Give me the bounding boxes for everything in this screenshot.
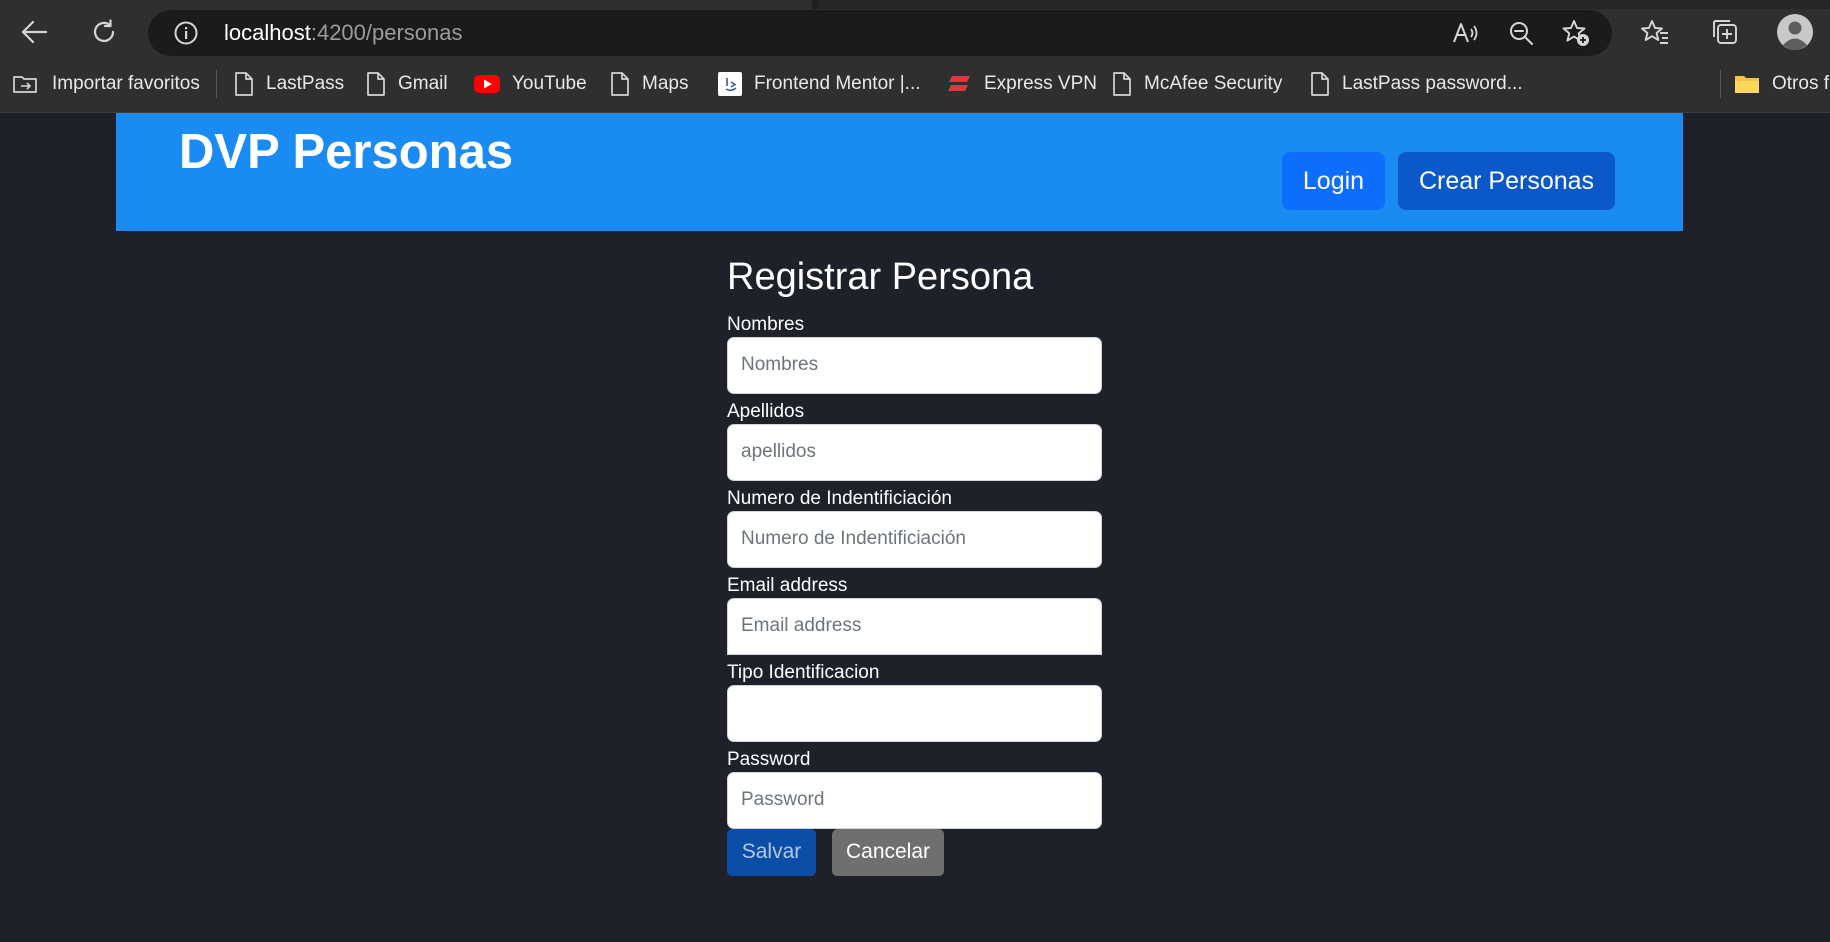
- url-path: :4200/personas: [310, 20, 463, 45]
- url-host: localhost: [224, 20, 311, 45]
- apellidos-label: Apellidos: [727, 400, 805, 422]
- form-actions: Salvar Cancelar: [727, 828, 1102, 876]
- bookmark-label: McAfee Security: [1144, 73, 1283, 94]
- nombres-label: Nombres: [727, 313, 805, 335]
- bookmark-gmail[interactable]: Gmail: [366, 64, 448, 104]
- tab-active[interactable]: [0, 0, 812, 9]
- nombres-input[interactable]: [727, 336, 1102, 394]
- page-icon: [366, 71, 386, 97]
- bookmark-label: Express VPN: [984, 73, 1097, 94]
- frontend-mentor-icon: [718, 72, 742, 96]
- youtube-icon: [474, 74, 500, 94]
- password-input[interactable]: [727, 771, 1102, 829]
- browser-chrome: localhost:4200/personas Importar favorit…: [0, 0, 1830, 113]
- bookmark-youtube[interactable]: YouTube: [474, 64, 587, 104]
- bookmark-lastpass-password[interactable]: LastPass password...: [1310, 64, 1523, 104]
- bookmark-frontend-mentor[interactable]: Frontend Mentor |...: [718, 64, 921, 104]
- apellidos-input[interactable]: [727, 423, 1102, 481]
- refresh-icon[interactable]: [84, 14, 124, 50]
- numero-identificacion-label: Numero de Indentificiación: [727, 487, 952, 509]
- favorites-icon[interactable]: [1638, 16, 1672, 48]
- password-label: Password: [727, 748, 811, 770]
- expressvpn-icon: [946, 73, 972, 95]
- bookmark-label: Otros f: [1772, 73, 1830, 94]
- navbar: DVP Personas Login Crear Personas: [116, 113, 1683, 231]
- page-icon: [610, 71, 630, 97]
- collections-icon[interactable]: [1708, 16, 1742, 48]
- navbar-brand[interactable]: DVP Personas: [179, 123, 513, 182]
- form-title: Registrar Persona: [727, 256, 1034, 298]
- bookmark-divider: [216, 70, 217, 98]
- folder-icon: [1734, 73, 1760, 95]
- bookmark-mcafee-security[interactable]: McAfee Security: [1112, 64, 1282, 104]
- numero-identificacion-input[interactable]: [727, 510, 1102, 568]
- bookmark-express-vpn[interactable]: Express VPN: [946, 64, 1097, 104]
- registrar-persona-form: Registrar Persona Nombres Apellidos Nume…: [727, 255, 1102, 876]
- import-favorites-icon: [12, 72, 40, 96]
- bookmark-label: Importar favoritos: [52, 73, 200, 94]
- tab-strip: [0, 0, 1830, 9]
- bookmark-label: Frontend Mentor |...: [754, 73, 921, 94]
- tab-other[interactable]: [818, 0, 1830, 9]
- back-arrow-icon[interactable]: [14, 14, 54, 50]
- tipo-identificacion-label: Tipo Identificacion: [727, 661, 880, 683]
- email-label: Email address: [727, 574, 848, 596]
- site-info-icon[interactable]: [172, 19, 200, 47]
- bookmark-lastpass[interactable]: LastPass: [234, 64, 344, 104]
- tipo-identificacion-input[interactable]: [727, 684, 1102, 742]
- bookmark-otros-favoritos[interactable]: Otros f: [1734, 64, 1829, 104]
- add-favorite-icon[interactable]: [1560, 18, 1592, 48]
- page-icon: [234, 71, 254, 97]
- bookmark-label: LastPass: [266, 73, 345, 94]
- bookmark-maps[interactable]: Maps: [610, 64, 688, 104]
- bookmark-importar-favoritos[interactable]: Importar favoritos: [12, 64, 200, 104]
- salvar-button[interactable]: Salvar: [727, 828, 816, 876]
- address-bar[interactable]: localhost:4200/personas: [148, 10, 1612, 56]
- login-button[interactable]: Login: [1282, 152, 1385, 210]
- profile-avatar-icon[interactable]: [1776, 13, 1814, 51]
- bookmark-label: Maps: [642, 73, 689, 94]
- bookmarks-bar: Importar favoritos LastPass Gmail YouTub…: [0, 64, 1830, 104]
- zoom-out-icon[interactable]: [1506, 19, 1536, 47]
- bookmark-label: YouTube: [512, 73, 587, 94]
- cancelar-button[interactable]: Cancelar: [832, 828, 944, 876]
- email-input[interactable]: [727, 597, 1102, 655]
- page-icon: [1310, 71, 1330, 97]
- bookmark-label: LastPass password...: [1342, 73, 1523, 94]
- bookmark-divider: [1720, 70, 1721, 98]
- bookmark-label: Gmail: [398, 73, 448, 94]
- page-icon: [1112, 71, 1132, 97]
- read-aloud-icon[interactable]: [1450, 19, 1480, 47]
- url-text[interactable]: localhost:4200/personas: [224, 10, 463, 56]
- crear-personas-button[interactable]: Crear Personas: [1398, 152, 1615, 210]
